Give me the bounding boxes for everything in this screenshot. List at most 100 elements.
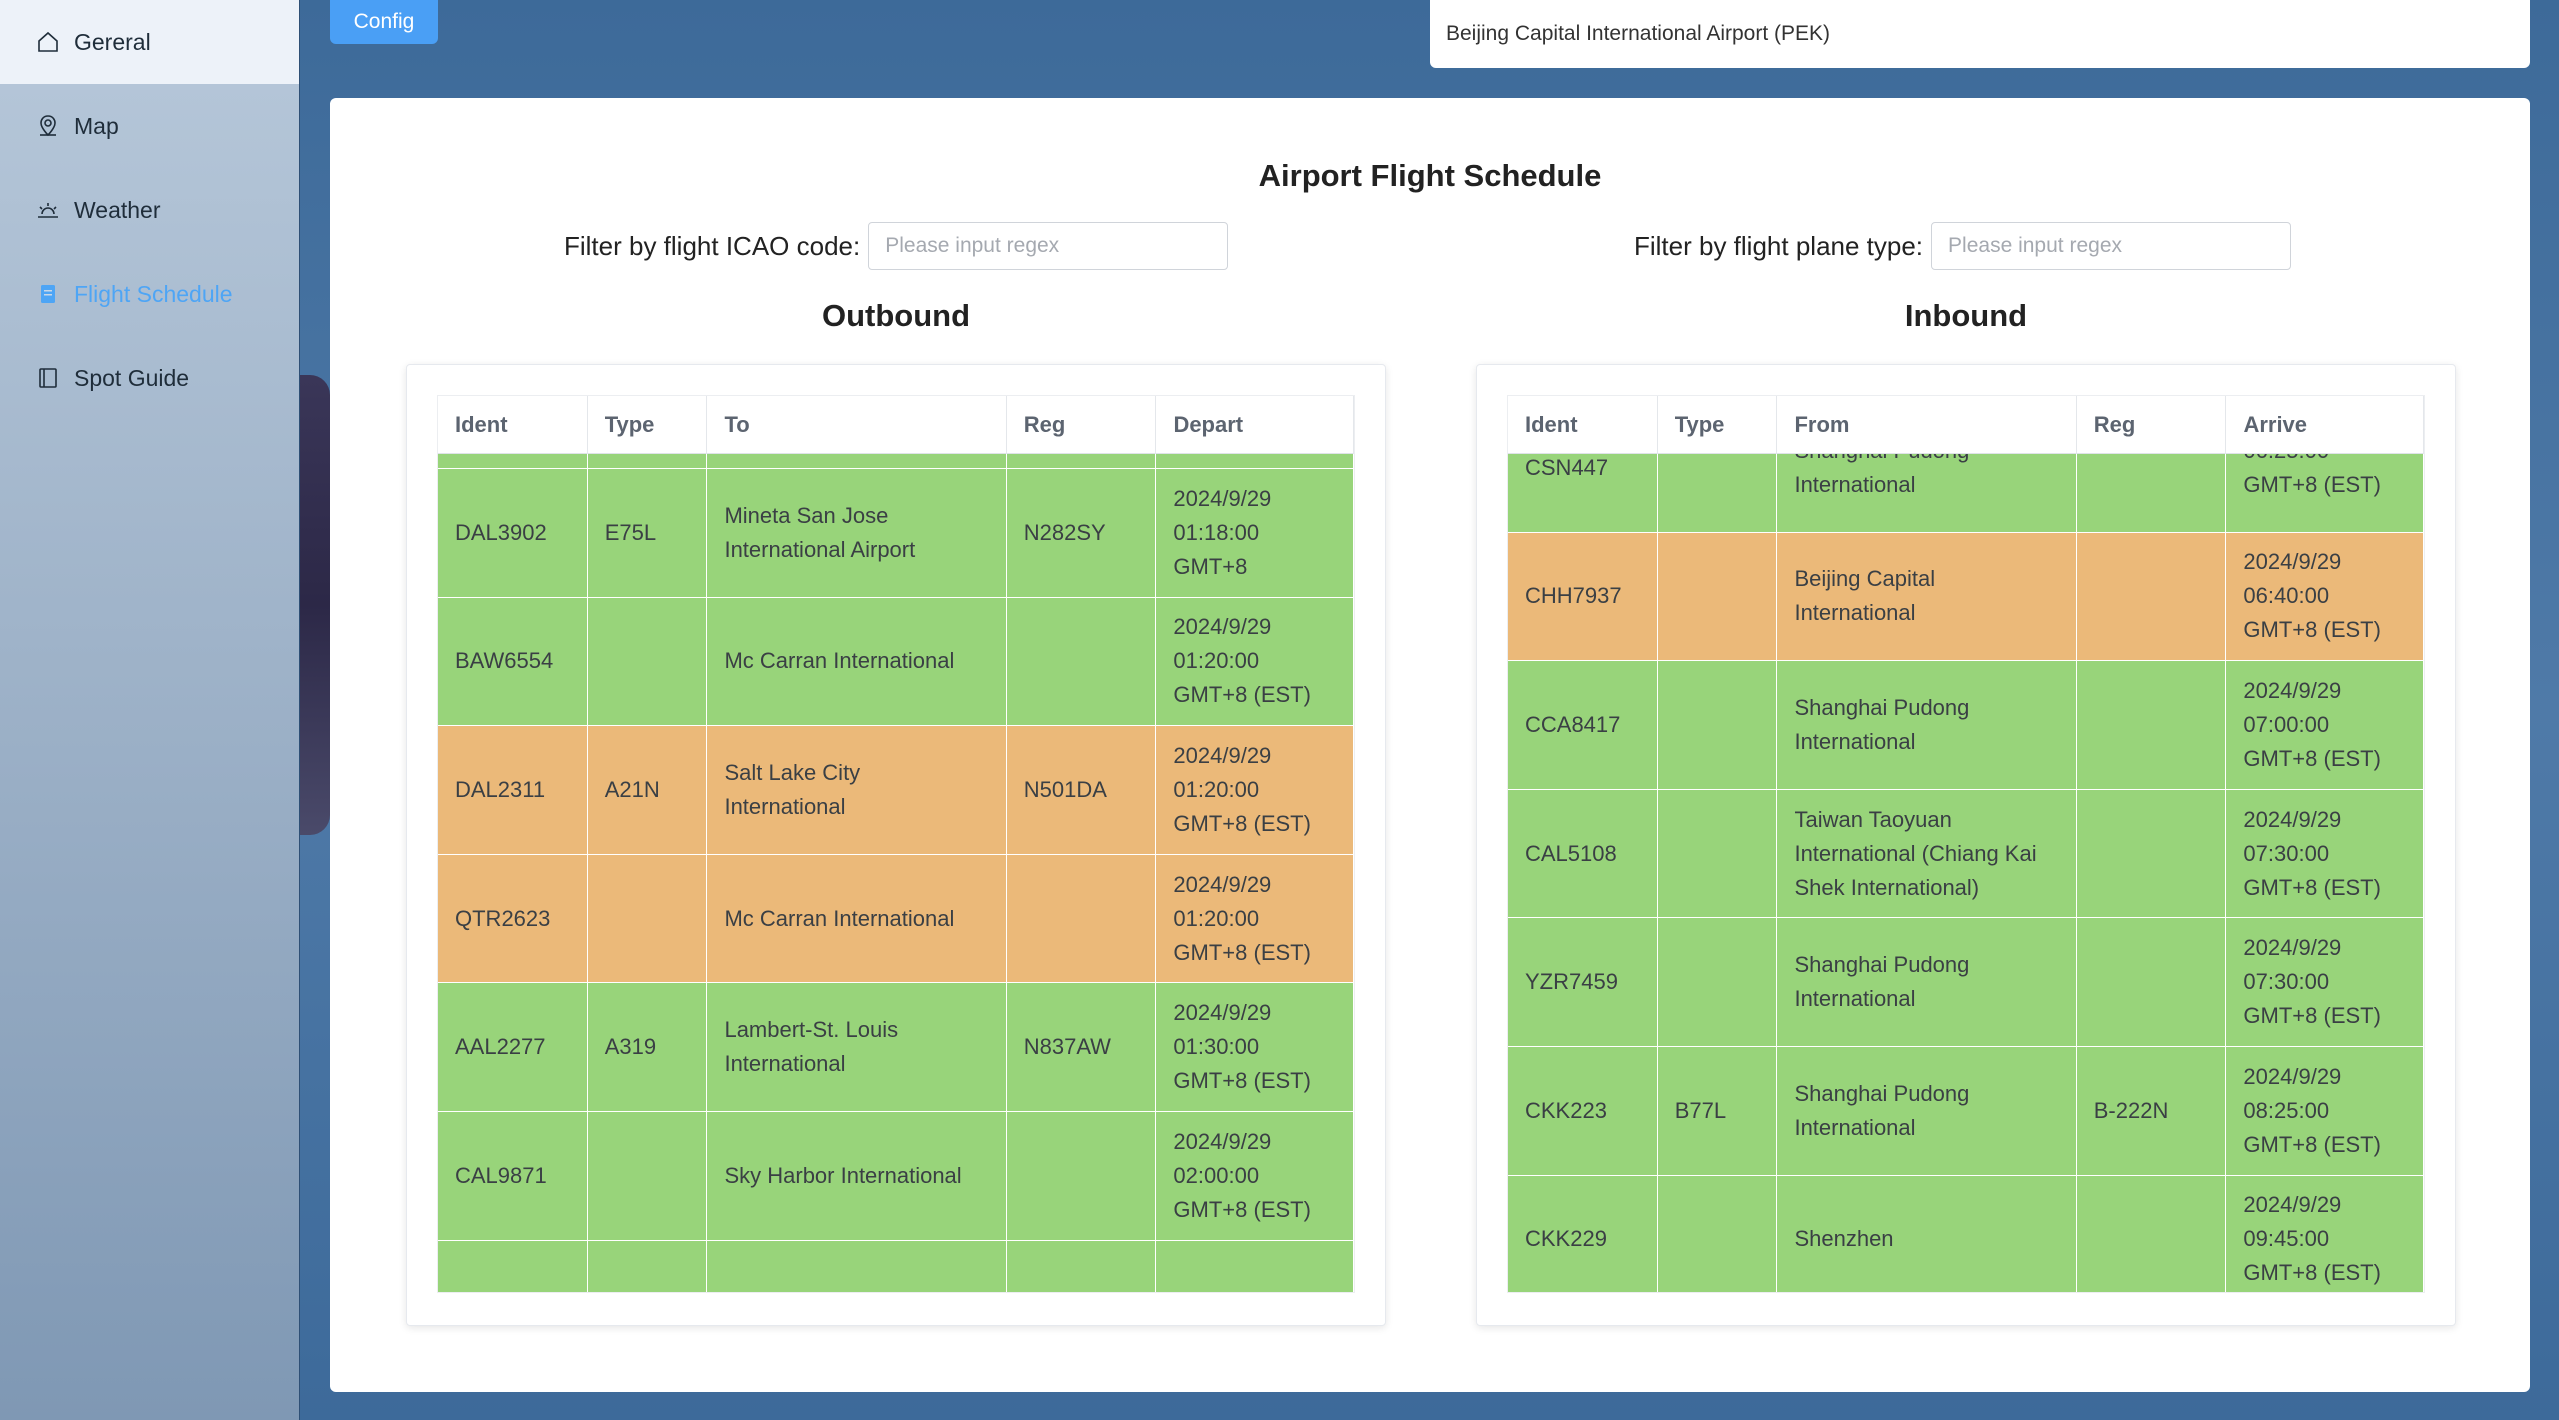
sidebar: Gereral Map Weather Flight Schedule Spot… xyxy=(0,0,300,1420)
filter-icao: Filter by flight ICAO code: xyxy=(564,222,1229,270)
cell-arrive: 2024/9/29 07:00:00 GMT+8 (EST) xyxy=(2226,661,2424,789)
cell-type: A21N xyxy=(588,726,708,854)
cell-type xyxy=(588,854,708,983)
background-airplane-image xyxy=(300,375,330,835)
filter-type-input[interactable] xyxy=(1931,222,2292,270)
outbound-table[interactable]: DAL3902 E75L Mineta San Jose International… xyxy=(437,395,1355,1293)
table-row[interactable]: DAL3902 E75L Mineta San Jose International… xyxy=(438,469,1354,598)
cell-arrive: 2024/9/29 09:45:00 GMT+8 (EST) xyxy=(2226,1175,2424,1292)
cell-arrive: 2024/9/29 08:25:00 GMT+8 (EST) xyxy=(2226,1046,2424,1175)
cell-reg xyxy=(2077,532,2227,661)
cell-ident: CAL5108 xyxy=(1508,789,1658,918)
inbound-table-body: CSN447Shanghai Pudong International06:25… xyxy=(1508,404,2424,1292)
column-header-to[interactable]: To xyxy=(707,396,1007,454)
cell-from: Shanghai Pudong International xyxy=(1777,661,2077,789)
schedule-icon xyxy=(36,282,60,306)
cell-depart: 2024/9/29 01:20:00 GMT+8 (EST) xyxy=(1156,854,1354,983)
sidebar-item-label: Spot Guide xyxy=(74,364,190,391)
filter-type-label: Filter by flight plane type: xyxy=(1634,230,1924,261)
inbound-table-header: Ident Type From Reg Arrive xyxy=(1508,396,2424,454)
page-title: Airport Flight Schedule xyxy=(1258,158,1602,193)
cell-arrive: 2024/9/29 07:30:00 GMT+8 (EST) xyxy=(2226,918,2424,1046)
column-header-arrive[interactable]: Arrive xyxy=(2226,396,2424,454)
sidebar-item-weather[interactable]: Weather xyxy=(0,168,299,252)
cell-ident: CKK229 xyxy=(1508,1175,1658,1292)
sidebar-item-label: Flight Schedule xyxy=(74,280,233,307)
table-row[interactable]: BAW6554 Mc Carran International 2024/9/29 … xyxy=(438,597,1354,727)
outbound-table-body: DAL3902 E75L Mineta San Jose International… xyxy=(438,396,1354,1292)
table-row[interactable]: CKK223 B77L Shanghai Pudong International B… xyxy=(1508,1046,2424,1176)
column-header-type[interactable]: Type xyxy=(1658,396,1778,454)
column-header-reg[interactable]: Reg xyxy=(1007,396,1157,454)
cell-ident: CCA8417 xyxy=(1508,661,1658,789)
sidebar-item-general[interactable]: Gereral xyxy=(0,0,299,84)
table-row[interactable]: 2024/9/29 xyxy=(438,1240,1354,1292)
inbound-panel: CSN447Shanghai Pudong International06:25… xyxy=(1476,364,2456,1326)
cell-type xyxy=(588,1240,708,1292)
column-header-ident[interactable]: Ident xyxy=(438,396,588,454)
sidebar-item-label: Gereral xyxy=(74,28,151,55)
inbound-table[interactable]: CSN447Shanghai Pudong International06:25… xyxy=(1507,395,2425,1293)
cell-arrive: 2024/9/29 06:40:00 GMT+8 (EST) xyxy=(2226,532,2424,661)
cell-ident: DAL3902 xyxy=(438,469,588,597)
table-row[interactable]: QTR2623 Mc Carran International 2024/9/29 … xyxy=(438,854,1354,984)
column-header-from[interactable]: From xyxy=(1777,396,2077,454)
cell-type xyxy=(1658,661,1778,789)
cell-depart: 2024/9/29 01:20:00 GMT+8 (EST) xyxy=(1156,597,1354,726)
table-row[interactable]: YZR7459 Shanghai Pudong International 2024… xyxy=(1508,918,2424,1047)
column-header-reg[interactable]: Reg xyxy=(2077,396,2227,454)
table-row[interactable]: AAL2277 A319 Lambert-St. Louis Internation… xyxy=(438,983,1354,1112)
column-header-type[interactable]: Type xyxy=(588,396,708,454)
table-row[interactable]: CAL9871 Sky Harbor International 2024/9/29… xyxy=(438,1111,1354,1241)
cell-type: A319 xyxy=(588,983,708,1111)
table-row[interactable]: CHH7937 Beijing Capital International 2024… xyxy=(1508,532,2424,662)
table-row[interactable]: CAL5108 Taiwan Taoyuan International (Chi… xyxy=(1508,789,2424,919)
cell-depart: 2024/9/29 xyxy=(1156,1240,1354,1292)
cell-type: B77L xyxy=(1658,1046,1778,1175)
cell-reg xyxy=(2077,661,2227,789)
cell-type: E75L xyxy=(588,469,708,597)
table-row[interactable]: CCA8417 Shanghai Pudong International 2024… xyxy=(1508,661,2424,790)
sidebar-item-spot-guide[interactable]: Spot Guide xyxy=(0,336,299,420)
cell-reg xyxy=(1007,854,1157,983)
cell-ident: CHH7937 xyxy=(1508,532,1658,661)
cell-reg xyxy=(2077,1175,2227,1292)
filter-icao-input[interactable] xyxy=(868,222,1229,270)
cell-arrive: 2024/9/29 07:30:00 GMT+8 (EST) xyxy=(2226,789,2424,918)
cell-reg: N837AW xyxy=(1007,983,1157,1111)
cell-ident: AAL2277 xyxy=(438,983,588,1111)
airport-select[interactable]: Beijing Capital International Airport (P… xyxy=(1430,0,2530,68)
cell-type xyxy=(588,597,708,726)
cell-to: Salt Lake City International xyxy=(707,726,1007,854)
cell-type xyxy=(588,1111,708,1240)
column-header-ident[interactable]: Ident xyxy=(1508,396,1658,454)
cell-reg xyxy=(2077,918,2227,1046)
outbound-title: Outbound xyxy=(821,298,971,333)
cell-from: Shanghai Pudong International xyxy=(1777,918,2077,1046)
sidebar-item-map[interactable]: Map xyxy=(0,84,299,168)
filter-type: Filter by flight plane type: xyxy=(1634,222,2292,270)
cell-reg xyxy=(2077,789,2227,918)
cell-depart: 2024/9/29 01:20:00 GMT+8 (EST) xyxy=(1156,726,1354,854)
cell-from: Beijing Capital International xyxy=(1777,532,2077,661)
cell-from: Taiwan Taoyuan International (Chiang Kai… xyxy=(1777,789,2077,918)
config-button[interactable]: Config xyxy=(330,0,438,44)
map-pin-icon xyxy=(36,114,60,138)
cell-depart: 2024/9/29 01:18:00 GMT+8 xyxy=(1156,469,1354,597)
table-row[interactable]: CKK229 Shenzhen 2024/9/29 09:45:00 GMT+8 (… xyxy=(1508,1175,2424,1292)
sunrise-icon xyxy=(36,198,60,222)
cell-from: Shenzhen xyxy=(1777,1175,2077,1292)
cell-reg xyxy=(1007,597,1157,726)
cell-depart: 2024/9/29 01:30:00 GMT+8 (EST) xyxy=(1156,983,1354,1111)
cell-type xyxy=(1658,1175,1778,1292)
book-icon xyxy=(36,366,60,390)
cell-type xyxy=(1658,532,1778,661)
sidebar-item-label: Map xyxy=(74,112,119,139)
filter-icao-label: Filter by flight ICAO code: xyxy=(564,230,861,261)
cell-reg: B-222N xyxy=(2077,1046,2227,1175)
table-row[interactable]: DAL2311 A21N Salt Lake City International N… xyxy=(438,726,1354,855)
sidebar-item-flight-schedule[interactable]: Flight Schedule xyxy=(0,252,299,336)
cell-ident: CKK223 xyxy=(1508,1046,1658,1175)
cell-to: Mc Carran International xyxy=(707,854,1007,983)
column-header-depart[interactable]: Depart xyxy=(1156,396,1354,454)
